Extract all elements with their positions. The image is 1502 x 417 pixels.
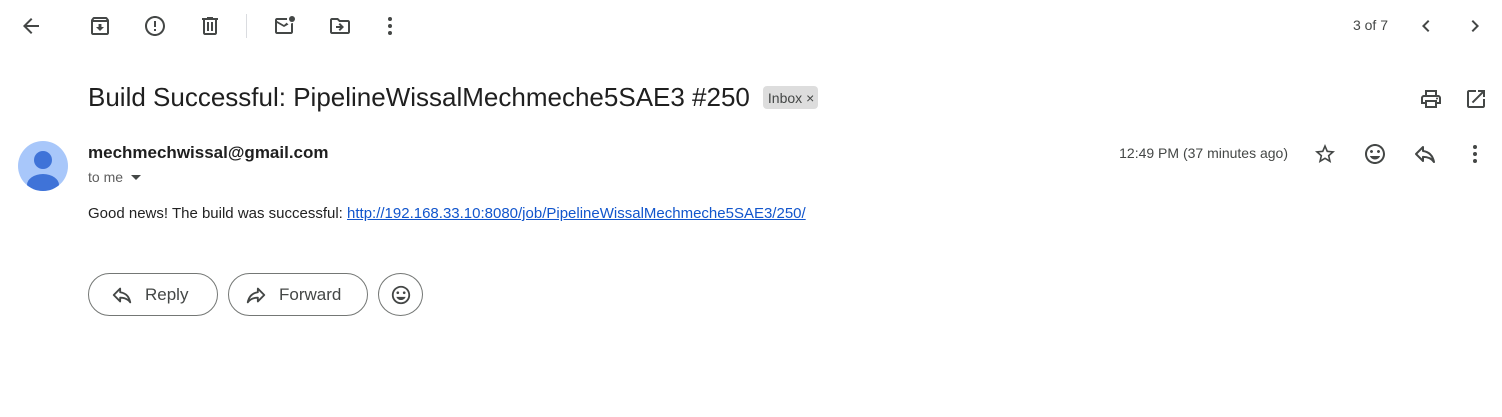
move-to-icon: [330, 18, 350, 34]
mark-unread-icon: [275, 16, 295, 34]
delete-button[interactable]: [190, 6, 230, 46]
forward-icon: [246, 287, 266, 303]
move-to-button[interactable]: [320, 6, 360, 46]
emoji-reaction-button[interactable]: [378, 273, 423, 316]
message-more-button[interactable]: [1455, 134, 1495, 174]
arrow-left-icon: [23, 18, 39, 34]
more-options-button[interactable]: [370, 6, 410, 46]
label-chip-text: Inbox: [767, 89, 803, 106]
archive-button[interactable]: [80, 6, 120, 46]
reply-icon: [1415, 146, 1435, 163]
forward-label: Forward: [279, 284, 342, 304]
star-icon: [1315, 144, 1335, 163]
build-link[interactable]: http://192.168.33.10:8080/job/PipelineWi…: [347, 205, 806, 222]
reply-icon: [112, 287, 132, 303]
subject-row: Build Successful: PipelineWissalMechmech…: [88, 82, 819, 113]
sender-avatar[interactable]: [18, 141, 68, 191]
report-spam-button[interactable]: [135, 6, 175, 46]
reply-label: Reply: [145, 284, 189, 304]
back-button[interactable]: [11, 6, 51, 46]
star-button[interactable]: [1305, 134, 1345, 174]
trash-icon: [202, 17, 218, 35]
remove-label-button[interactable]: ×: [806, 91, 814, 105]
body-text: Good news! The build was successful:: [88, 205, 348, 222]
forward-button[interactable]: Forward: [228, 273, 368, 316]
recipient-details-toggle[interactable]: to me: [88, 169, 142, 185]
older-button[interactable]: [1455, 6, 1495, 46]
page-counter: 3 of 7: [1352, 17, 1388, 33]
add-reaction-button[interactable]: [1355, 134, 1395, 174]
newer-button[interactable]: [1406, 6, 1446, 46]
label-chip-inbox[interactable]: Inbox ×: [762, 86, 819, 109]
reply-icon-button[interactable]: [1405, 134, 1445, 174]
caret-down-icon: [131, 174, 142, 180]
emoji-icon: [1365, 144, 1385, 164]
sender-email[interactable]: mechmechwissal@gmail.com: [88, 143, 329, 163]
chevron-right-icon: [1471, 20, 1479, 32]
person-icon: [27, 151, 59, 191]
email-subject: Build Successful: PipelineWissalMechmech…: [88, 82, 750, 112]
more-vert-icon: [1473, 145, 1477, 163]
print-icon: [1421, 90, 1441, 108]
print-all-button[interactable]: [1411, 79, 1451, 119]
message-timestamp: 12:49 PM (37 minutes ago): [1119, 145, 1288, 161]
emoji-icon: [391, 285, 410, 304]
toolbar-divider: [246, 14, 247, 38]
chevron-left-icon: [1422, 20, 1430, 32]
report-spam-icon: [145, 16, 165, 36]
open-in-new-icon: [1467, 90, 1485, 108]
mark-unread-button[interactable]: [265, 6, 305, 46]
open-new-window-button[interactable]: [1456, 79, 1496, 119]
archive-icon: [91, 17, 109, 35]
recipient-label: to me: [88, 169, 124, 185]
more-vert-icon: [388, 17, 392, 35]
reply-button[interactable]: Reply: [88, 273, 218, 316]
message-body: Good news! The build was successful: htt…: [88, 205, 806, 222]
